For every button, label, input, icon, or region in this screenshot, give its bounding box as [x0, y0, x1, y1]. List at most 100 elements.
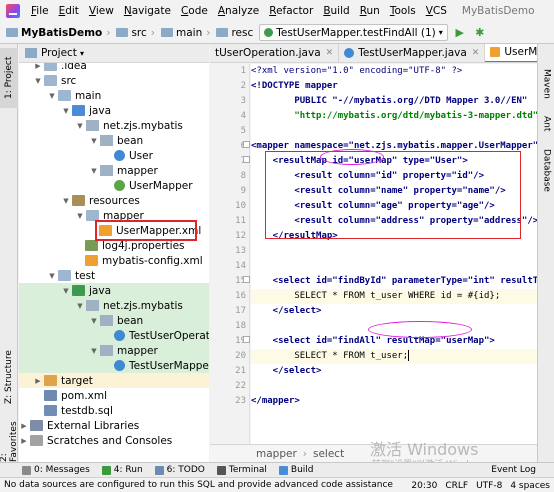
menu-file[interactable]: File [26, 0, 54, 22]
fold-toggle-icon[interactable] [243, 156, 250, 163]
breadcrumb-project[interactable]: MyBatisDemo › [0, 27, 110, 39]
debug-icon[interactable]: ✱ [472, 25, 488, 41]
caret-position[interactable]: 20:30 [411, 481, 437, 491]
project-panel-header: Project ▾ [19, 44, 209, 63]
tab-user-mapper-xml[interactable]: UserMapper.xml [485, 44, 537, 62]
tree-item[interactable]: ▼ java [19, 103, 209, 118]
tree-item[interactable]: testdb.sql [19, 403, 209, 418]
collapse-arrow-icon[interactable]: ▼ [89, 166, 99, 176]
xml-file-icon [85, 255, 98, 266]
window-title: MyBatisDemo [461, 5, 535, 17]
run-button[interactable]: 4: Run [101, 465, 143, 475]
tree-item[interactable]: TestUserMapper [19, 358, 209, 373]
build-button[interactable]: Build [278, 465, 314, 475]
scratches-icon [30, 435, 43, 446]
collapse-arrow-icon[interactable]: ▼ [61, 196, 71, 206]
junit-icon [264, 28, 274, 37]
collapse-arrow-icon[interactable]: ▼ [47, 91, 57, 101]
tree-item[interactable]: ▼ net.zjs.mybatis [19, 118, 209, 133]
collapse-arrow-icon[interactable]: ▼ [75, 211, 85, 221]
menu-edit[interactable]: Edit [54, 0, 84, 22]
tree-item[interactable]: ▼ bean [19, 133, 209, 148]
collapse-arrow-icon[interactable]: ▼ [89, 136, 99, 146]
collapse-arrow-icon[interactable]: ▼ [89, 316, 99, 326]
menu-code[interactable]: Code [176, 0, 213, 22]
tree-item[interactable]: mybatis-config.xml [19, 253, 209, 268]
menu-tools[interactable]: Tools [385, 0, 421, 22]
tree-item[interactable]: ▼ resources [19, 193, 209, 208]
tree-item[interactable]: ▼ java [19, 283, 209, 298]
expand-arrow-icon[interactable]: ▶ [19, 436, 29, 446]
breadcrumb-src[interactable]: src › [110, 27, 155, 39]
tree-item[interactable]: ▼ mapper [19, 343, 209, 358]
tree-item[interactable]: ▼ net.zjs.mybatis [19, 298, 209, 313]
tool-window-bar: 0: Messages 4: Run 6: TODO Terminal Buil… [0, 462, 554, 477]
tree-item[interactable]: ▶ target [19, 373, 209, 388]
file-encoding[interactable]: UTF-8 [476, 481, 502, 491]
collapse-arrow-icon[interactable]: ▼ [75, 301, 85, 311]
line-separator[interactable]: CRLF [445, 481, 468, 491]
tree-item[interactable]: UserMapper [19, 178, 209, 193]
code-line-2: <!DOCTYPE mapper [251, 81, 338, 91]
tree-item[interactable]: ▶ Scratches and Consoles [19, 433, 209, 448]
collapse-arrow-icon[interactable]: ▼ [61, 286, 71, 296]
breadcrumb-main[interactable]: main › [155, 27, 210, 39]
folder-icon [116, 28, 129, 37]
collapse-arrow-icon[interactable]: ▼ [47, 271, 57, 281]
collapse-arrow-icon[interactable]: ▼ [89, 346, 99, 356]
collapse-arrow-icon[interactable]: ▼ [61, 106, 71, 116]
expand-arrow-icon[interactable]: ▶ [33, 376, 43, 386]
collapse-arrow-icon[interactable]: ▼ [33, 76, 43, 86]
tree-item[interactable]: ▶ External Libraries [19, 418, 209, 433]
menu-analyze[interactable]: Analyze [213, 0, 264, 22]
run-icon[interactable]: ▶ [452, 25, 468, 41]
project-icon [25, 48, 37, 58]
intellij-logo-icon [6, 4, 20, 18]
event-log-button[interactable]: Event Log [491, 465, 536, 475]
collapse-arrow-icon[interactable]: ▼ [75, 121, 85, 131]
indent-setting[interactable]: 4 spaces [510, 481, 550, 491]
chevron-down-icon[interactable]: ▾ [80, 49, 84, 58]
run-icon [101, 465, 111, 475]
fold-toggle-icon[interactable] [243, 276, 250, 283]
code-editor[interactable]: <?xml version="1.0" encoding="UTF-8" ?> … [251, 64, 537, 444]
tree-item[interactable]: ▼ src [19, 73, 209, 88]
breadcrumb-select[interactable]: select [313, 448, 344, 460]
run-configuration-selector[interactable]: TestUserMapper.testFindAll (1) ▾ [259, 24, 448, 41]
menu-build[interactable]: Build [318, 0, 354, 22]
menu-run[interactable]: Run [355, 0, 385, 22]
tab-maven[interactable]: Maven [538, 64, 554, 104]
breadcrumb-mapper[interactable]: mapper [256, 448, 297, 460]
menu-view[interactable]: View [84, 0, 119, 22]
todo-button[interactable]: 6: TODO [154, 465, 205, 475]
tab-database[interactable]: Database [538, 144, 554, 196]
tab-test-user-mapper[interactable]: TestUserMapper.java ✕ [339, 44, 486, 62]
messages-button[interactable]: 0: Messages [22, 465, 90, 475]
tree-item[interactable]: ▼ test [19, 268, 209, 283]
breadcrumb-resources[interactable]: resc [210, 27, 253, 39]
expand-arrow-icon[interactable]: ▶ [19, 421, 29, 431]
folder-icon [216, 28, 229, 37]
tab-test-user-operation[interactable]: tUserOperation.java ✕ [210, 44, 340, 62]
project-view-selector[interactable]: Project [41, 47, 77, 59]
menu-refactor[interactable]: Refactor [264, 0, 318, 22]
close-icon[interactable]: ✕ [326, 48, 334, 58]
terminal-button[interactable]: Terminal [216, 465, 267, 475]
fold-toggle-icon[interactable] [243, 336, 250, 343]
tab-favorites[interactable]: 2: Favorites [0, 414, 19, 462]
tree-item[interactable]: ▼ mapper [19, 163, 209, 178]
tab-ant[interactable]: Ant [538, 112, 554, 136]
tree-item[interactable]: TestUserOperation [19, 328, 209, 343]
tree-item[interactable]: User [19, 148, 209, 163]
tree-item[interactable]: ▶ .idea [19, 63, 209, 73]
menu-navigate[interactable]: Navigate [119, 0, 176, 22]
tree-item[interactable]: ▼ bean [19, 313, 209, 328]
menu-vcs[interactable]: VCS [421, 0, 452, 22]
tab-structure[interactable]: Z: Structure [0, 344, 18, 410]
fold-toggle-icon[interactable] [243, 141, 250, 148]
close-icon[interactable]: ✕ [472, 48, 480, 58]
tab-project[interactable]: 1: Project [0, 48, 18, 108]
expand-arrow-icon[interactable]: ▶ [33, 63, 43, 71]
tree-item[interactable]: ▼ main [19, 88, 209, 103]
tree-item[interactable]: pom.xml [19, 388, 209, 403]
